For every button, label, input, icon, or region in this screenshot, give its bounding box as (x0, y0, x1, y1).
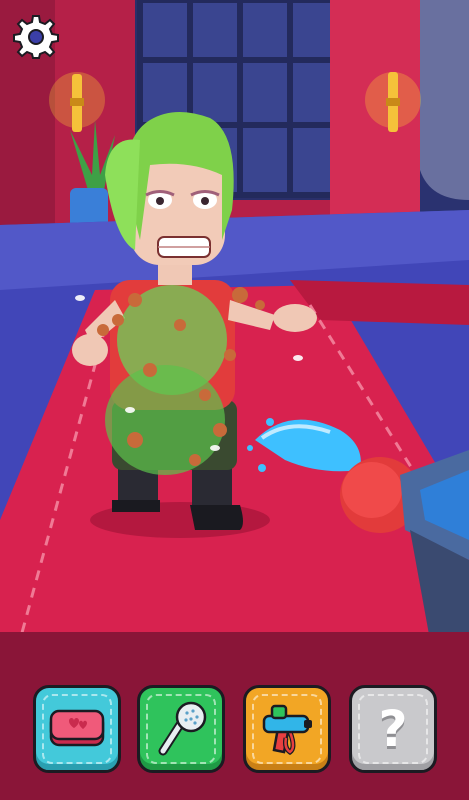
locked-tool-button[interactable]: ? (349, 685, 437, 773)
game-scene (0, 0, 469, 800)
shower-head-icon (158, 701, 207, 756)
soap-tool-button[interactable] (33, 685, 121, 773)
settings-button[interactable] (12, 12, 60, 60)
shower-tool-button[interactable] (137, 685, 225, 773)
water-gun-tool-button[interactable] (243, 685, 331, 773)
soap-bar-icon (49, 709, 105, 747)
water-gun-icon (262, 704, 312, 756)
gear-icon (13, 15, 59, 59)
question-mark-icon: ? (378, 700, 408, 758)
